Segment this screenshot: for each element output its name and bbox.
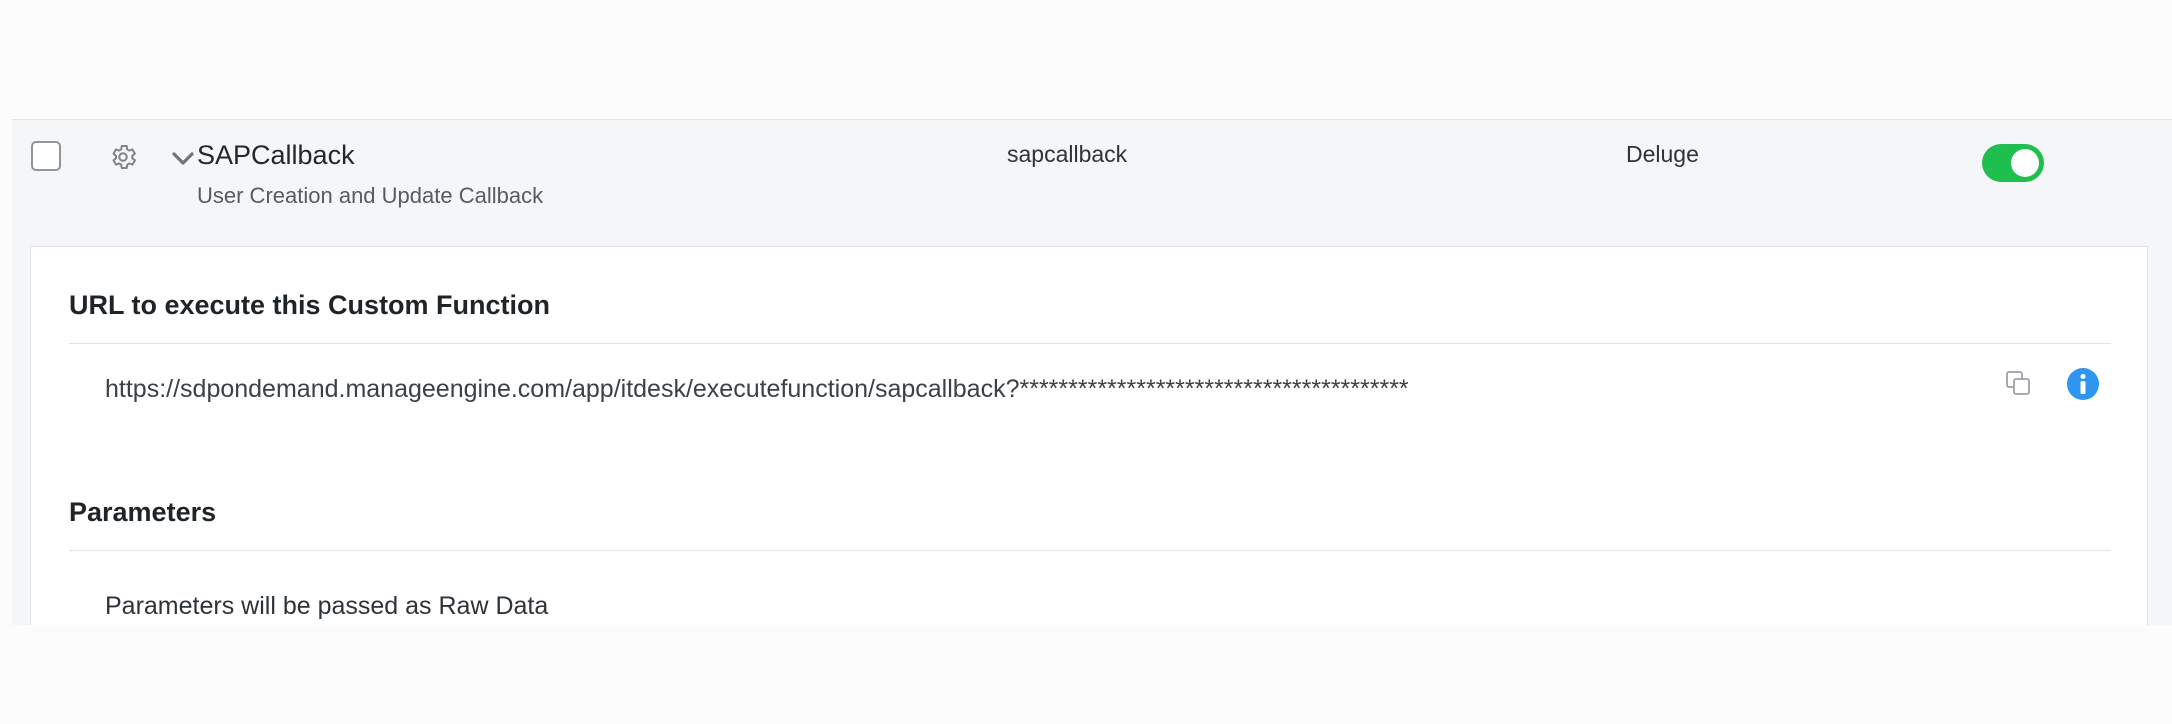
row-select-checkbox[interactable] (31, 141, 61, 171)
function-language: Deluge (1626, 141, 1699, 167)
chevron-down-icon[interactable] (170, 150, 196, 168)
function-api-name: sapcallback (1007, 141, 1128, 167)
custom-function-panel: SAPCallback User Creation and Update Cal… (12, 119, 2172, 625)
parameters-section-divider (69, 550, 2111, 551)
copy-icon[interactable] (2004, 369, 2034, 399)
info-icon[interactable] (2066, 367, 2100, 401)
parameters-description: Parameters will be passed as Raw Data (105, 592, 549, 620)
url-section-title: URL to execute this Custom Function (69, 290, 551, 320)
function-name[interactable]: SAPCallback (197, 140, 355, 171)
gear-icon[interactable] (108, 142, 138, 172)
url-section-divider (69, 343, 2111, 344)
custom-function-row[interactable]: SAPCallback User Creation and Update Cal… (12, 120, 2172, 245)
function-enabled-toggle[interactable] (1982, 144, 2044, 182)
execute-url: https://sdpondemand.manageengine.com/app… (105, 375, 1409, 403)
toggle-knob (2011, 149, 2039, 177)
parameters-section-title: Parameters (69, 497, 217, 527)
function-details-panel: URL to execute this Custom Function http… (30, 246, 2148, 625)
function-description: User Creation and Update Callback (197, 183, 544, 208)
